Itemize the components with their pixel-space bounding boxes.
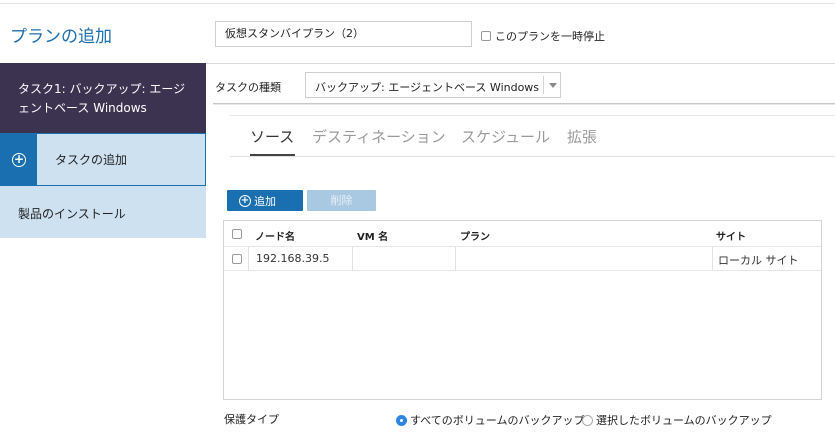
- add-task-icon-box: +: [1, 134, 37, 185]
- task-type-select[interactable]: バックアップ: エージェントベース Windows: [305, 72, 561, 98]
- radio-button[interactable]: [582, 414, 593, 426]
- select-divider: [543, 76, 544, 94]
- plus-circle-icon: +: [12, 151, 26, 167]
- cell-site: ローカル サイト: [718, 254, 799, 267]
- add-node-label: 追加: [254, 194, 276, 208]
- radio-button-selected[interactable]: [396, 414, 407, 426]
- add-task-label: タスクの追加: [55, 153, 128, 167]
- row-checkbox[interactable]: [232, 254, 242, 264]
- chevron-down-icon[interactable]: [549, 83, 557, 88]
- column-header-site[interactable]: サイト: [716, 228, 746, 243]
- radio-all-volumes-label: すべてのボリュームのバックアップ: [410, 414, 585, 427]
- tabs-bottom-divider: [230, 156, 835, 157]
- cell-node-name: 192.168.39.5: [256, 252, 330, 265]
- sidebar-task-item[interactable]: タスク1: バックアップ: エージェントベース Windows: [0, 63, 206, 133]
- cell-divider: [712, 247, 713, 270]
- top-divider: [0, 3, 835, 4]
- radio-selected-volumes[interactable]: 選択したボリュームのバックアップ: [582, 412, 772, 428]
- task-type-label: タスクの種類: [215, 81, 281, 94]
- radio-all-volumes[interactable]: すべてのボリュームのバックアップ: [396, 412, 584, 428]
- cell-divider: [455, 247, 456, 270]
- column-header-vm[interactable]: VM 名: [357, 228, 388, 243]
- select-all-checkbox[interactable]: [232, 229, 242, 239]
- header-divider: [206, 63, 835, 64]
- pause-plan-checkbox[interactable]: [481, 31, 491, 41]
- task-type-divider-shadow: [213, 104, 835, 105]
- column-header-plan[interactable]: プラン: [460, 228, 490, 243]
- table-row[interactable]: 192.168.39.5 ローカル サイト: [224, 246, 821, 271]
- delete-node-button[interactable]: 削除: [307, 190, 376, 211]
- plus-circle-icon: +: [239, 194, 251, 207]
- radio-selected-volumes-label: 選択したボリュームのバックアップ: [596, 414, 772, 427]
- node-table: ノード名 VM 名 プラン サイト 192.168.39.5 ローカル サイト: [223, 220, 822, 400]
- tabs-top-divider: [230, 115, 835, 116]
- tab-source[interactable]: ソース: [250, 126, 294, 147]
- pause-plan-option[interactable]: このプランを一時停止: [481, 28, 605, 44]
- sidebar-item-install[interactable]: 製品のインストール: [0, 186, 206, 238]
- pause-plan-label: このプランを一時停止: [495, 30, 605, 43]
- page-title: プランの追加: [10, 27, 112, 47]
- add-task-button[interactable]: + タスクの追加: [0, 133, 206, 186]
- add-node-button[interactable]: + 追加: [227, 190, 303, 211]
- cell-divider: [352, 247, 353, 270]
- tab-advanced[interactable]: 拡張: [567, 126, 597, 147]
- tab-destination[interactable]: デスティネーション: [312, 126, 446, 147]
- install-label: 製品のインストール: [18, 207, 126, 221]
- task-type-value: バックアップ: エージェントベース Windows: [315, 81, 540, 94]
- sidebar-task-label: タスク1: バックアップ: エージェントベース Windows: [18, 82, 186, 115]
- protection-type-label: 保護タイプ: [224, 413, 279, 426]
- column-header-node[interactable]: ノード名: [255, 228, 295, 243]
- plan-name-input[interactable]: 仮想スタンバイプラン（2）: [215, 21, 472, 47]
- cell-divider: [248, 247, 249, 270]
- tab-schedule[interactable]: スケジュール: [461, 126, 550, 147]
